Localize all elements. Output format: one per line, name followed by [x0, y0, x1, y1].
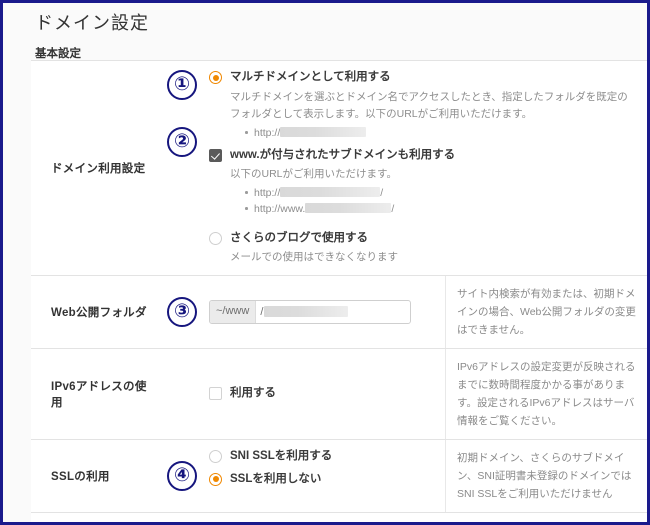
radio-multi-domain-icon[interactable]	[209, 71, 222, 84]
redacted-folder-value	[264, 306, 349, 318]
row-label-ipv6: IPv6アドレスの使用	[51, 380, 147, 409]
annotation-column-ipv6	[158, 349, 206, 439]
row-label-web-folder: Web公開フォルダ	[51, 306, 147, 319]
list-item-url: http://www. /	[245, 201, 640, 217]
multi-domain-description: マルチドメインを選ぶとドメイン名でアクセスしたとき、指定したフォルダを既定のフォ…	[230, 91, 628, 120]
help-text-ipv6: IPv6アドレスの設定変更が反映されるまでに数時間程度かかる事があります。設定さ…	[445, 348, 647, 439]
radio-option-no-ssl[interactable]: SSLを利用しない	[209, 472, 435, 487]
url-text: http://	[254, 127, 281, 139]
redacted-domain	[280, 127, 367, 137]
annotation-badge-3: ③	[167, 296, 197, 327]
row-body-ipv6: 利用する	[206, 349, 445, 439]
annotation-badge-1: ①	[167, 70, 197, 100]
redacted-domain	[280, 187, 381, 198]
page-title: ドメイン設定	[35, 13, 149, 33]
url-text: http://	[254, 187, 281, 200]
table-row-ssl: SSLの利用 ④ SNI SSLを利用する SSLを利用しない 初期ドメイン、さ…	[31, 439, 647, 514]
row-body-web-folder: ~/www /	[206, 276, 445, 348]
radio-option-sni-ssl[interactable]: SNI SSLを利用する	[209, 449, 435, 464]
list-item-url: http://	[245, 125, 640, 141]
checkbox-www-subdomain-icon[interactable]	[209, 149, 222, 163]
www-subdomain-url-list: http:/// http://www. /	[245, 185, 640, 218]
radio-sakura-blog-label: さくらのブログで使用する	[230, 231, 368, 244]
annotation-column-1: ① ②	[158, 61, 206, 275]
annotation-badge-2: ②	[167, 127, 197, 157]
web-folder-prefix: ~/www	[210, 300, 257, 323]
web-folder-input[interactable]: ~/www /	[209, 299, 411, 324]
section-title: 基本設定	[35, 48, 81, 60]
url-text: http://www.	[254, 203, 306, 216]
radio-option-sakura-blog[interactable]: さくらのブログで使用する	[209, 231, 640, 246]
radio-sni-ssl-icon[interactable]	[209, 449, 222, 463]
radio-option-multi-domain[interactable]: マルチドメインとして利用する	[209, 70, 640, 85]
help-text-web-folder: サイト内検索が有効または、初期ドメインの場合、Web公開フォルダの変更はできませ…	[445, 275, 647, 348]
domain-settings-page: ドメイン設定 基本設定 ドメイン利用設定 ① ② マルチドメインとして利用する …	[6, 6, 647, 522]
www-subdomain-note: 以下のURLがご利用いただけます。	[230, 168, 397, 181]
annotated-screenshot-frame: ドメイン設定 基本設定 ドメイン利用設定 ① ② マルチドメインとして利用する …	[0, 0, 650, 525]
web-folder-separator: /	[260, 305, 264, 318]
row-label-ssl: SSLの利用	[51, 470, 110, 483]
web-folder-value[interactable]: /	[256, 301, 410, 323]
multi-domain-url-list: http://	[245, 125, 640, 141]
redacted-domain	[305, 203, 392, 214]
sakura-blog-description: メールでの使用はできなくなります	[230, 250, 398, 263]
list-item-url: http:///	[245, 185, 640, 201]
row-label-https-redirect: HTTPS転送設定	[31, 513, 158, 522]
radio-no-ssl-label: SSLを利用しない	[230, 472, 322, 485]
row-body-https-redirect: HTTPSに転送する SSL未利用のため選択できません	[206, 513, 647, 522]
checkbox-ipv6-label: 利用する	[230, 387, 276, 400]
table-row-ipv6: IPv6アドレスの使用 利用する IPv6アドレスの設定変更が反映されるまでに数…	[31, 348, 647, 440]
table-row-https-redirect: HTTPS転送設定 ★ HTTPSに転送する SSL未利用のため選択できません	[31, 513, 647, 522]
annotation-column-3: ③	[158, 276, 206, 348]
radio-sakura-blog-icon[interactable]	[209, 231, 222, 245]
radio-no-ssl-icon[interactable]	[209, 472, 222, 486]
annotation-badge-4: ④	[167, 460, 197, 491]
checkbox-ipv6-icon[interactable]	[209, 387, 222, 401]
checkbox-option-ipv6[interactable]: 利用する	[209, 386, 276, 401]
radio-multi-domain-label: マルチドメインとして利用する	[230, 71, 391, 83]
row-body-ssl: SNI SSLを利用する SSLを利用しない	[206, 440, 445, 512]
annotation-column-star: ★	[158, 513, 206, 522]
table-row-web-folder: Web公開フォルダ ③ ~/www / サイト内検索が有効または、初期ドメインの…	[31, 275, 647, 349]
settings-table: ドメイン利用設定 ① ② マルチドメインとして利用する マルチドメインを選ぶとド…	[31, 60, 647, 522]
annotation-column-4: ④	[158, 440, 206, 512]
checkbox-www-subdomain-label: www.が付与されたサブドメインも利用する	[230, 149, 456, 162]
checkbox-option-www-subdomain[interactable]: www.が付与されたサブドメインも利用する	[209, 148, 640, 163]
radio-sni-ssl-label: SNI SSLを利用する	[230, 449, 333, 462]
help-text-ssl: 初期ドメイン、さくらのサブドメイン、SNI証明書未登録のドメインではSNI SS…	[445, 439, 647, 513]
table-row-domain-usage: ドメイン利用設定 ① ② マルチドメインとして利用する マルチドメインを選ぶとド…	[31, 61, 647, 276]
row-body-domain-usage: マルチドメインとして利用する マルチドメインを選ぶとドメイン名でアクセスしたとき…	[206, 61, 647, 275]
row-label-domain-usage: ドメイン利用設定	[51, 162, 146, 175]
